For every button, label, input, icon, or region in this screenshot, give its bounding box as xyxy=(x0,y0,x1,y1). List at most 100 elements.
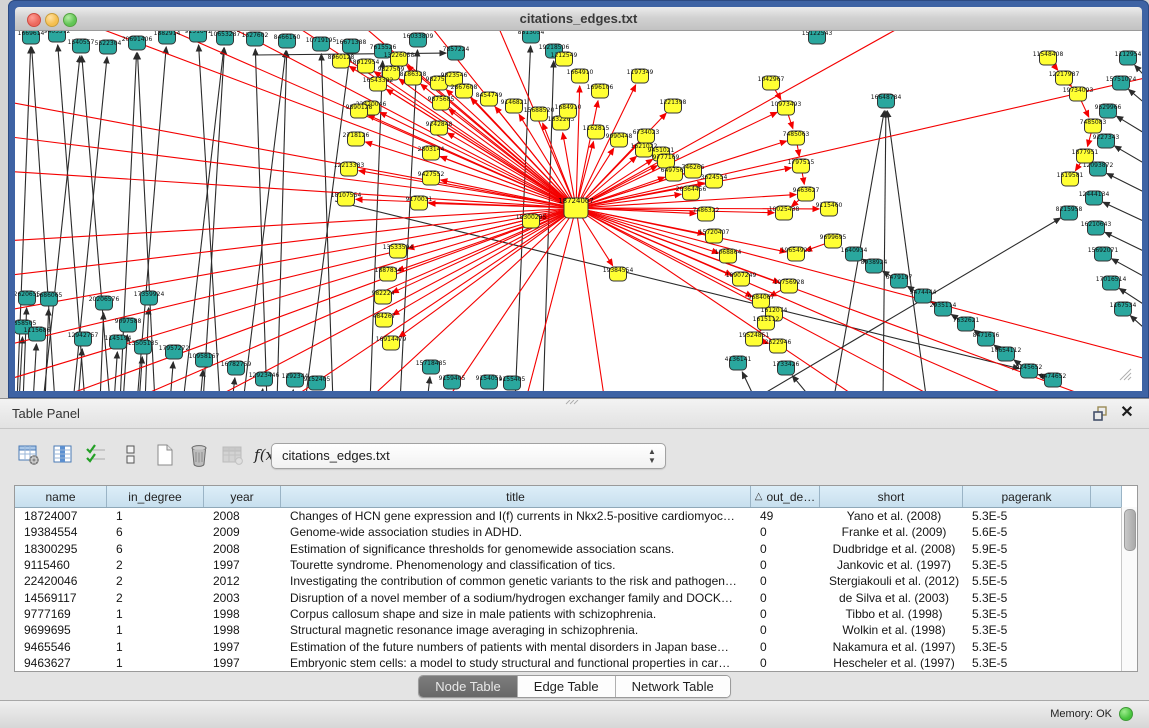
table-cell: 5.3E-5 xyxy=(963,509,1091,523)
column-header-short[interactable]: short xyxy=(820,486,963,507)
graph-node-label: 9245652 xyxy=(1016,364,1043,371)
graph-node-label: 13226058 xyxy=(384,52,415,59)
graph-node-label: 9777169 xyxy=(653,154,680,161)
graph-edge[interactable] xyxy=(883,111,886,391)
network-view-window[interactable]: citations_edges.txt 16696149405572154055… xyxy=(8,0,1149,398)
network-graph-canvas[interactable]: 1669614940557215405575522304206914061882… xyxy=(15,30,1142,391)
graph-edge[interactable] xyxy=(576,208,1142,361)
graph-node-label: 10719195 xyxy=(306,37,337,44)
table-cell: 9115460 xyxy=(15,558,107,572)
graph-edge[interactable] xyxy=(1130,316,1142,337)
graph-edge[interactable] xyxy=(78,349,82,391)
panel-divider-handle[interactable] xyxy=(565,400,579,405)
graph-edge[interactable] xyxy=(392,208,576,293)
graph-edge[interactable] xyxy=(1107,173,1142,197)
graph-edge[interactable] xyxy=(170,362,173,391)
graph-edge[interactable] xyxy=(887,111,927,391)
graph-node-label: 10654112 xyxy=(991,347,1022,354)
graph-node-label: 19654923 xyxy=(781,247,812,254)
table-cell: 2008 xyxy=(204,542,281,556)
tab-node-table[interactable]: Node Table xyxy=(419,676,518,697)
graph-node-label: 1042967 xyxy=(758,76,785,83)
graph-edge[interactable] xyxy=(15,101,576,208)
table-selector-dropdown[interactable]: citations_edges.txt ▲▼ xyxy=(271,443,666,469)
graph-edge[interactable] xyxy=(742,372,757,391)
graph-node-label: 9823546 xyxy=(441,72,468,79)
merge-rows-icon[interactable] xyxy=(116,440,146,470)
graph-node-label: 16914479 xyxy=(376,336,407,343)
table-cell: 1997 xyxy=(204,640,281,654)
node-table: namein_degreeyeartitle△out_de… short pager… xyxy=(14,485,1138,672)
selected-table-name: citations_edges.txt xyxy=(282,448,390,463)
tab-edge-table[interactable]: Edge Table xyxy=(518,676,616,697)
table-cell: 0 xyxy=(751,525,820,539)
table-row[interactable]: 911546021997Tourette syndrome. Phenomeno… xyxy=(15,557,1137,573)
graph-node-label: 9097588 xyxy=(115,318,142,325)
table-cell: 19384554 xyxy=(15,525,107,539)
column-header-year[interactable]: year xyxy=(204,486,281,507)
graph-edge[interactable] xyxy=(261,389,263,391)
graph-edge[interactable] xyxy=(408,208,576,249)
table-row[interactable]: 1830029562008Estimation of significance … xyxy=(15,541,1137,557)
table-row[interactable]: 2242004622012Investigating the contribut… xyxy=(15,573,1137,589)
import-table-icon xyxy=(218,440,248,470)
graph-edge[interactable] xyxy=(114,352,117,391)
column-header-name[interactable]: name xyxy=(15,486,107,507)
graph-node-label: 12213383 xyxy=(334,162,365,169)
graph-edge[interactable] xyxy=(335,201,1019,369)
graph-edge[interactable] xyxy=(576,208,786,252)
graph-edge[interactable] xyxy=(291,390,293,391)
column-header-label: short xyxy=(878,490,905,504)
graph-node-label: 17957272 xyxy=(159,345,190,352)
graph-edge[interactable] xyxy=(397,208,576,271)
float-panel-icon[interactable] xyxy=(1093,406,1109,422)
delete-table-icon[interactable] xyxy=(184,440,214,470)
new-table-icon[interactable] xyxy=(150,440,180,470)
graph-edge[interactable] xyxy=(203,48,224,391)
graph-edge[interactable] xyxy=(125,208,576,391)
scrollbar-thumb[interactable] xyxy=(1124,509,1136,551)
table-row[interactable]: 977716911998Corpus callosum shape and si… xyxy=(15,606,1137,622)
graph-node-label: 1212549 xyxy=(551,52,578,59)
graph-node-label: 1733426 xyxy=(773,361,800,368)
column-header-pagerank[interactable]: pagerank xyxy=(963,486,1091,507)
network-window-titlebar[interactable]: citations_edges.txt xyxy=(15,7,1142,31)
graph-edge[interactable] xyxy=(576,208,605,391)
table-row[interactable]: 946554611997Estimation of the future num… xyxy=(15,638,1137,654)
select-columns-icon[interactable] xyxy=(48,440,78,470)
graph-edge[interactable] xyxy=(576,208,1025,391)
graph-edge[interactable] xyxy=(277,51,287,391)
table-cell: de Silva et al. (2003) xyxy=(820,591,963,605)
graph-edge[interactable] xyxy=(199,45,220,391)
table-settings-icon[interactable] xyxy=(14,440,44,470)
graph-node-label: 19384554 xyxy=(603,267,634,274)
graph-edge[interactable] xyxy=(525,208,576,391)
graph-edge[interactable] xyxy=(427,377,430,391)
column-header-out_de…[interactable]: △out_de… xyxy=(751,486,820,507)
tab-network-table[interactable]: Network Table xyxy=(616,676,730,697)
graph-edge[interactable] xyxy=(1129,89,1142,111)
graph-node-label: 1887834 xyxy=(375,267,402,274)
select-rows-icon[interactable] xyxy=(82,440,112,470)
column-header-in_degree[interactable]: in_degree xyxy=(107,486,204,507)
table-row[interactable]: 969969511998Structural magnetic resonanc… xyxy=(15,622,1137,638)
graph-node-label: 1115686 xyxy=(24,327,51,334)
graph-edge[interactable] xyxy=(792,376,815,391)
graph-edge[interactable] xyxy=(45,309,49,391)
graph-edge[interactable] xyxy=(1115,146,1142,169)
table-row[interactable]: 1938455462009Genome-wide association stu… xyxy=(15,524,1137,540)
column-header-title[interactable]: title xyxy=(281,486,751,507)
close-panel-icon[interactable]: ✕ xyxy=(1119,404,1135,422)
citation-network-graph[interactable]: 1669614940557215405575522304206914061882… xyxy=(15,31,1142,391)
resize-grip-icon[interactable] xyxy=(1118,367,1132,381)
graph-edge[interactable] xyxy=(1117,116,1142,139)
table-row[interactable]: 946362711997Embryonic stem cells: a mode… xyxy=(15,655,1137,671)
graph-edge[interactable] xyxy=(200,370,203,391)
graph-edge[interactable] xyxy=(15,208,576,241)
graph-edge[interactable] xyxy=(33,344,36,391)
table-body: 1872400712008Changes of HCN gene express… xyxy=(15,508,1137,671)
table-vertical-scrollbar[interactable] xyxy=(1121,507,1137,671)
table-row[interactable]: 1456911722003Disruption of a novel membe… xyxy=(15,589,1137,605)
graph-edge[interactable] xyxy=(576,76,1142,208)
table-row[interactable]: 1872400712008Changes of HCN gene express… xyxy=(15,508,1137,524)
